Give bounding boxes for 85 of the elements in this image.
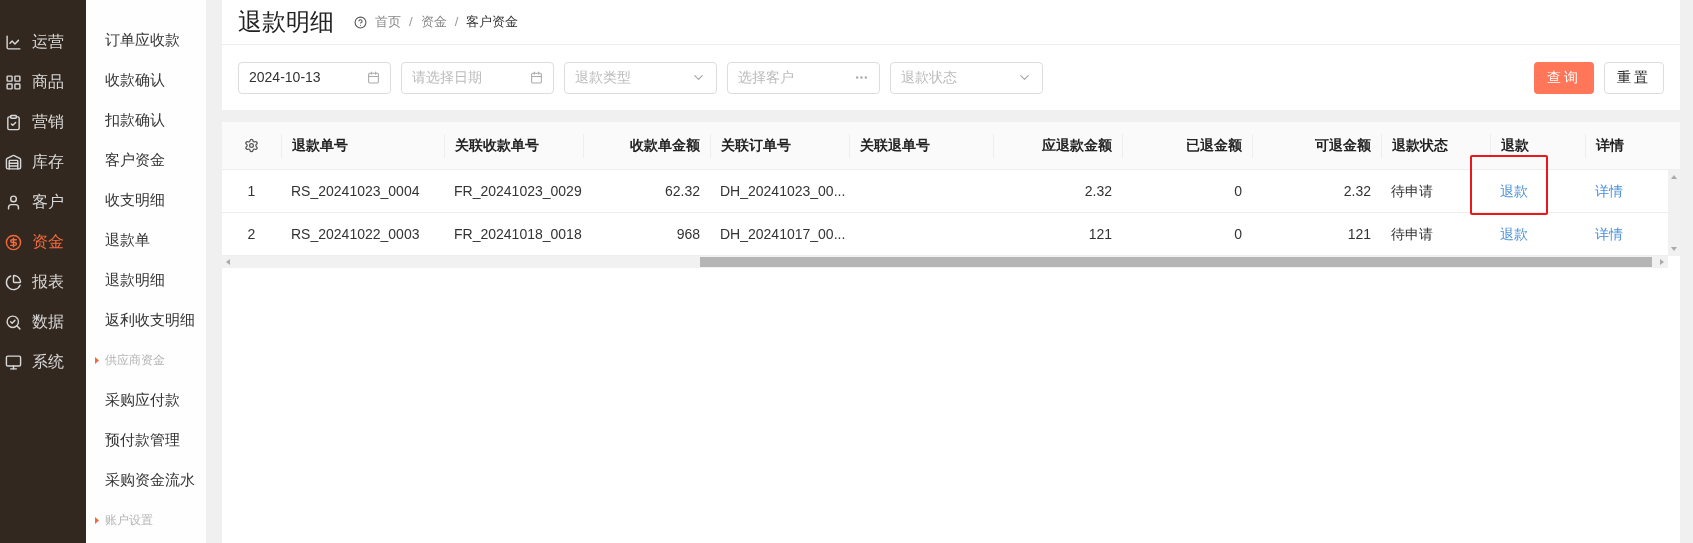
scroll-left-icon[interactable] <box>226 259 230 265</box>
column-header: 详情 <box>1596 136 1624 155</box>
table-cell-text: FR_20241023_0029 <box>454 181 582 201</box>
breadcrumb-separator: / <box>454 13 459 32</box>
submenu-item[interactable]: 收支明细 <box>86 180 206 220</box>
nav-item[interactable]: 运营 <box>0 22 86 62</box>
breadcrumb-current: 客户资金 <box>466 13 519 32</box>
refund-link[interactable]: 退款 <box>1500 223 1528 245</box>
table-cell-text: 0 <box>1234 181 1242 201</box>
nav-item[interactable]: 库存 <box>0 142 86 182</box>
detail-link[interactable]: 详情 <box>1595 223 1623 245</box>
clipboard-icon <box>5 113 22 131</box>
table-cell-text: 62.32 <box>664 181 700 201</box>
refund-link[interactable]: 退款 <box>1500 180 1528 202</box>
coin-icon <box>5 233 22 251</box>
submenu-item[interactable]: 客户资金 <box>86 140 206 180</box>
submenu-group-label: 供应商资金 <box>105 352 165 369</box>
column-header: 退款 <box>1501 136 1529 155</box>
column-header: 退款单号 <box>292 136 348 155</box>
submenu-item[interactable]: 订单应收款 <box>86 20 206 60</box>
submenu-item[interactable]: 预付款管理 <box>86 420 206 460</box>
reset-button[interactable]: 重置 <box>1604 61 1664 94</box>
calendar-icon <box>367 71 380 84</box>
column-header: 退款状态 <box>1392 136 1448 155</box>
chart-icon <box>5 33 22 51</box>
search-chart-icon <box>5 313 22 331</box>
table-cell-text: 待申请 <box>1391 181 1433 201</box>
row-index: 1 <box>247 181 256 201</box>
column-header: 应退款金额 <box>1042 136 1112 155</box>
table-cell-text: 121 <box>1347 224 1371 244</box>
table-cell-text: 968 <box>676 224 700 244</box>
breadcrumb-link[interactable]: 首页 <box>375 12 401 32</box>
nav-item[interactable]: 系统 <box>0 342 86 382</box>
breadcrumb-link[interactable]: 资金 <box>420 12 447 32</box>
table-cell-text: FR_20241018_0018 <box>454 224 582 244</box>
monitor-icon <box>5 353 22 371</box>
column-header: 收款单金额 <box>630 136 700 155</box>
caret-icon <box>95 516 99 524</box>
caret-icon <box>95 356 99 364</box>
table-cell-text: 2.32 <box>1084 181 1112 201</box>
submenu-item[interactable]: 退款明细 <box>86 260 206 300</box>
horizontal-scrollbar[interactable] <box>222 256 1668 268</box>
scroll-right-icon[interactable] <box>1660 259 1664 265</box>
calendar-icon <box>530 71 543 84</box>
submenu-item[interactable]: 采购资金流水 <box>86 460 206 500</box>
help-icon <box>354 15 367 29</box>
date-field[interactable]: 2024-10-13 <box>238 61 391 94</box>
nav-item[interactable]: 营销 <box>0 102 86 142</box>
detail-link[interactable]: 详情 <box>1595 180 1623 202</box>
table-cell-text: DH_20241023_00... <box>720 181 846 201</box>
settings-icon[interactable] <box>244 138 259 153</box>
pie-chart-icon <box>5 273 22 291</box>
nav-item[interactable]: 商品 <box>0 62 86 102</box>
breadcrumb-separator: / <box>409 13 413 32</box>
submenu-item[interactable]: 收款确认 <box>86 60 206 100</box>
grid-icon <box>5 73 22 91</box>
submenu-item[interactable]: 退款单 <box>86 220 206 260</box>
nav-item[interactable]: 数据 <box>0 302 86 342</box>
table-cell-text: RS_20241022_0003 <box>291 224 420 244</box>
column-header: 关联退单号 <box>860 136 930 155</box>
submenu-group-label: 账户设置 <box>105 512 153 529</box>
nav-item[interactable]: 资金 <box>0 222 86 262</box>
table-cell-text: RS_20241023_0004 <box>291 181 420 201</box>
user-icon <box>5 193 22 211</box>
table-cell-text: 2.32 <box>1343 181 1371 201</box>
column-header: 可退金额 <box>1315 136 1371 155</box>
page-title: 退款明细 <box>238 7 334 37</box>
building-icon <box>5 153 22 171</box>
submenu-item[interactable]: 采购应付款 <box>86 380 206 420</box>
column-header: 关联订单号 <box>721 136 791 155</box>
scroll-up-icon[interactable] <box>1671 175 1677 179</box>
column-header: 关联收款单号 <box>455 136 539 155</box>
scrollbar-thumb[interactable] <box>700 257 1652 267</box>
submenu-item[interactable]: 扣款确认 <box>86 100 206 140</box>
table-cell-text: 待申请 <box>1391 224 1433 244</box>
submenu-item[interactable]: 返利收支明细 <box>86 300 206 340</box>
row-index: 2 <box>247 224 256 244</box>
vertical-scrollbar[interactable] <box>1668 170 1680 256</box>
table-cell-text: 0 <box>1234 224 1242 244</box>
table-cell-text: DH_20241017_00... <box>720 224 846 244</box>
table-cell-text: 121 <box>1088 224 1112 244</box>
nav-item[interactable]: 客户 <box>0 182 86 222</box>
scroll-down-icon[interactable] <box>1671 247 1677 251</box>
column-header: 已退金额 <box>1186 136 1242 155</box>
nav-item[interactable]: 报表 <box>0 262 86 302</box>
